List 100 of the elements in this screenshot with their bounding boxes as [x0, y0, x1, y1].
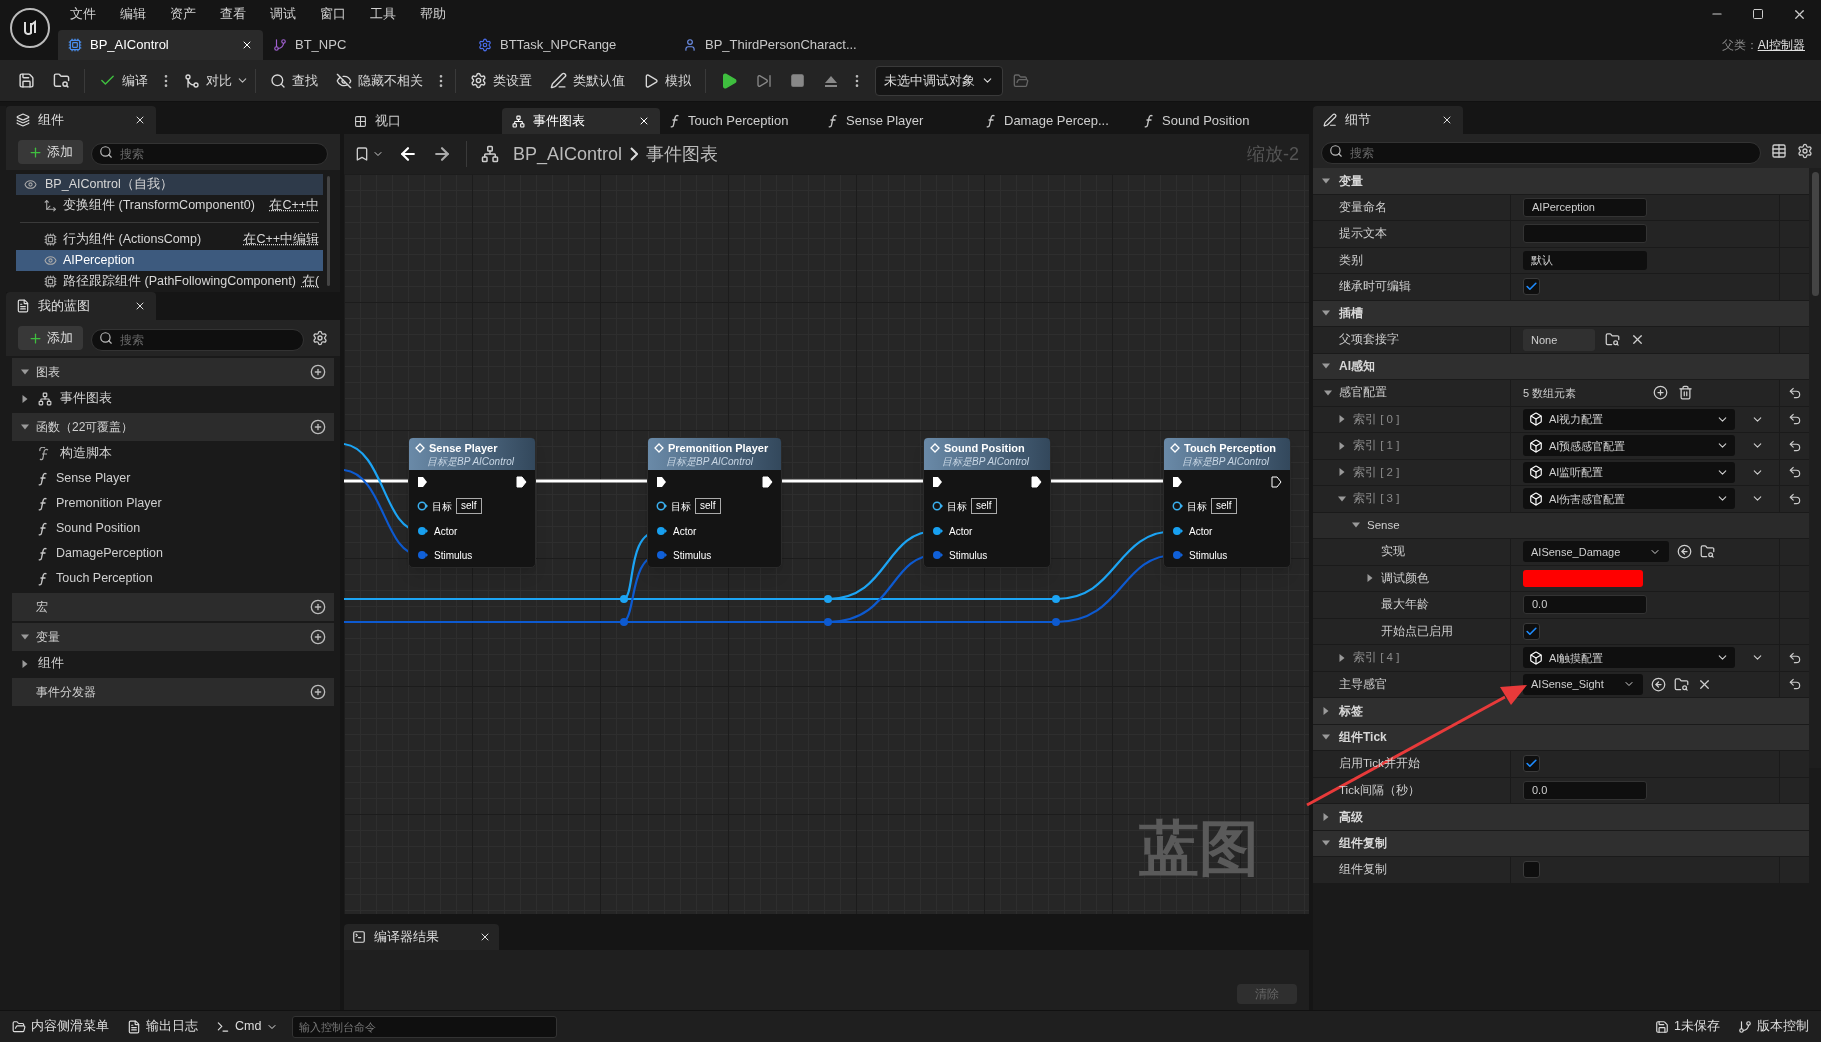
- edit-in-cpp-link[interactable]: 在C++中: [269, 196, 320, 215]
- self-field[interactable]: self: [971, 498, 997, 515]
- menu-item[interactable]: 工具: [358, 4, 408, 24]
- section-header[interactable]: 图表: [12, 358, 334, 386]
- compile-button[interactable]: 编译: [91, 65, 156, 96]
- reset-icon[interactable]: [1787, 385, 1802, 400]
- add-icon[interactable]: [310, 684, 326, 700]
- target-pin[interactable]: [417, 501, 428, 512]
- add-button[interactable]: 添加: [18, 140, 83, 164]
- console-input[interactable]: 输入控制台命令: [292, 1015, 558, 1038]
- checkbox[interactable]: [1523, 622, 1540, 640]
- menu-item[interactable]: 编辑: [108, 4, 158, 24]
- data-pin[interactable]: [656, 526, 667, 537]
- list-item[interactable]: 构造脚本: [60, 444, 112, 463]
- section-header[interactable]: 变量: [1339, 171, 1363, 190]
- browse-icon[interactable]: [1674, 676, 1689, 692]
- self-field[interactable]: self: [1211, 498, 1237, 515]
- breadcrumb-link[interactable]: BP_AIControl: [513, 140, 623, 168]
- list-item[interactable]: Sense Player: [56, 469, 131, 488]
- list-item[interactable]: DamagePerception: [56, 544, 163, 563]
- add-button[interactable]: 添加: [18, 326, 83, 350]
- class-settings-button[interactable]: 类设置: [462, 65, 540, 96]
- source-control-button[interactable]: 版本控制: [1734, 1013, 1813, 1040]
- browse-icon[interactable]: [1700, 544, 1715, 560]
- use-selected-icon[interactable]: [1651, 676, 1666, 692]
- exec-out-pin[interactable]: [1271, 475, 1282, 488]
- self-field[interactable]: self: [695, 498, 721, 515]
- tree-item-row[interactable]: 行为组件 (ActionsComp) 在C++中编辑: [16, 228, 324, 250]
- section-header[interactable]: 事件分发器: [12, 678, 334, 706]
- section-header[interactable]: 插槽: [1339, 304, 1363, 323]
- graph-tab[interactable]: Sound Position: [1134, 108, 1292, 134]
- class-dropdown[interactable]: AISense_Damage: [1523, 541, 1669, 563]
- list-item[interactable]: Sound Position: [56, 519, 141, 538]
- reset-icon[interactable]: [1787, 491, 1802, 506]
- use-selected-icon[interactable]: [1677, 544, 1692, 560]
- data-pin[interactable]: [932, 526, 943, 537]
- data-pin[interactable]: [656, 550, 667, 561]
- document-tab[interactable]: BP_AIControl: [58, 30, 263, 60]
- target-pin[interactable]: [1172, 501, 1183, 512]
- collapse-arrow-icon[interactable]: [20, 367, 30, 377]
- maximize-icon[interactable]: [1752, 8, 1764, 20]
- edit-in-cpp-link[interactable]: 在C++中编辑: [243, 230, 320, 249]
- menu-item[interactable]: 文件: [58, 4, 108, 24]
- document-tab[interactable]: BP_ThirdPersonCharact...: [673, 30, 878, 60]
- browse-icon[interactable]: [1605, 332, 1620, 348]
- list-item[interactable]: Premonition Player: [56, 494, 162, 513]
- exec-out-pin[interactable]: [1031, 475, 1042, 488]
- menu-item[interactable]: 窗口: [308, 4, 358, 24]
- function-node[interactable]: Touch Perception 目标是BP AIControl 目标 self Actor Stimulus: [1163, 437, 1291, 568]
- data-pin[interactable]: [932, 550, 943, 561]
- sense-config-dropdown[interactable]: AI触摸配置: [1523, 647, 1735, 669]
- sense-config-dropdown[interactable]: AI伤害感官配置: [1523, 488, 1735, 510]
- close-icon[interactable]: [134, 114, 146, 126]
- class-dropdown[interactable]: AISense_Sight: [1523, 673, 1643, 695]
- reset-icon[interactable]: [1787, 438, 1802, 453]
- exec-out-pin[interactable]: [762, 475, 773, 488]
- sense-config-dropdown[interactable]: AI视力配置: [1523, 408, 1735, 430]
- text-field[interactable]: AIPerception: [1523, 197, 1647, 217]
- menu-item[interactable]: 查看: [208, 4, 258, 24]
- tree-item[interactable]: BP_AIControl（自我）: [16, 174, 324, 196]
- self-field[interactable]: self: [456, 498, 482, 515]
- scrollbar[interactable]: [327, 176, 330, 286]
- data-pin[interactable]: [1172, 550, 1183, 561]
- content-drawer-button[interactable]: 内容侧滑菜单: [8, 1013, 113, 1040]
- tree-item-row[interactable]: AIPerception: [16, 249, 324, 271]
- function-node[interactable]: Sense Player 目标是BP AIControl 目标 self Actor Stimulus: [408, 437, 536, 568]
- expand-arrow-icon[interactable]: [1337, 652, 1347, 663]
- add-icon[interactable]: [310, 419, 326, 435]
- checkbox[interactable]: [1523, 755, 1540, 773]
- expand-arrow-icon[interactable]: [20, 658, 30, 669]
- list-item[interactable]: 组件: [38, 654, 64, 673]
- section-header[interactable]: 组件复制: [1339, 834, 1387, 853]
- graph-tab[interactable]: 视口: [344, 108, 502, 134]
- menu-item[interactable]: 资产: [158, 4, 208, 24]
- data-pin[interactable]: [1172, 526, 1183, 537]
- menu-item[interactable]: 调试: [258, 4, 308, 24]
- exec-out-pin[interactable]: [516, 475, 527, 488]
- reroute-knot[interactable]: [824, 595, 832, 626]
- expand-arrow-icon[interactable]: [1337, 467, 1347, 478]
- section-header[interactable]: 变量: [12, 623, 334, 651]
- reset-icon[interactable]: [1787, 412, 1802, 427]
- section-header[interactable]: 标签: [1339, 701, 1363, 720]
- sense-config-dropdown[interactable]: AI预感感官配置: [1523, 435, 1735, 457]
- function-node[interactable]: Premonition Player 目标是BP AIControl 目标 self Actor Stimulus: [647, 437, 782, 568]
- reroute-knot[interactable]: [620, 595, 628, 626]
- expand-arrow-icon[interactable]: [20, 393, 30, 404]
- section-header[interactable]: AI感知: [1339, 357, 1375, 376]
- output-log-button[interactable]: 输出日志: [123, 1013, 202, 1040]
- target-pin[interactable]: [656, 501, 667, 512]
- tree-item-row[interactable]: 变换组件 (TransformComponent0) 在C++中: [16, 195, 324, 217]
- expand-arrow-icon[interactable]: [1321, 811, 1331, 822]
- section-header[interactable]: 函数（22可覆盖）: [12, 413, 334, 441]
- list-item[interactable]: 事件图表: [60, 389, 112, 408]
- close-icon[interactable]: [1441, 114, 1453, 126]
- text-field[interactable]: 0.0: [1523, 780, 1647, 800]
- add-icon[interactable]: [310, 599, 326, 615]
- tree-item-row[interactable]: 路径跟踪组件 (PathFollowingComponent) 在(: [16, 271, 324, 292]
- reset-icon[interactable]: [1787, 677, 1802, 692]
- parent-class-link[interactable]: AI控制器: [1757, 36, 1805, 54]
- reset-icon[interactable]: [1787, 650, 1802, 665]
